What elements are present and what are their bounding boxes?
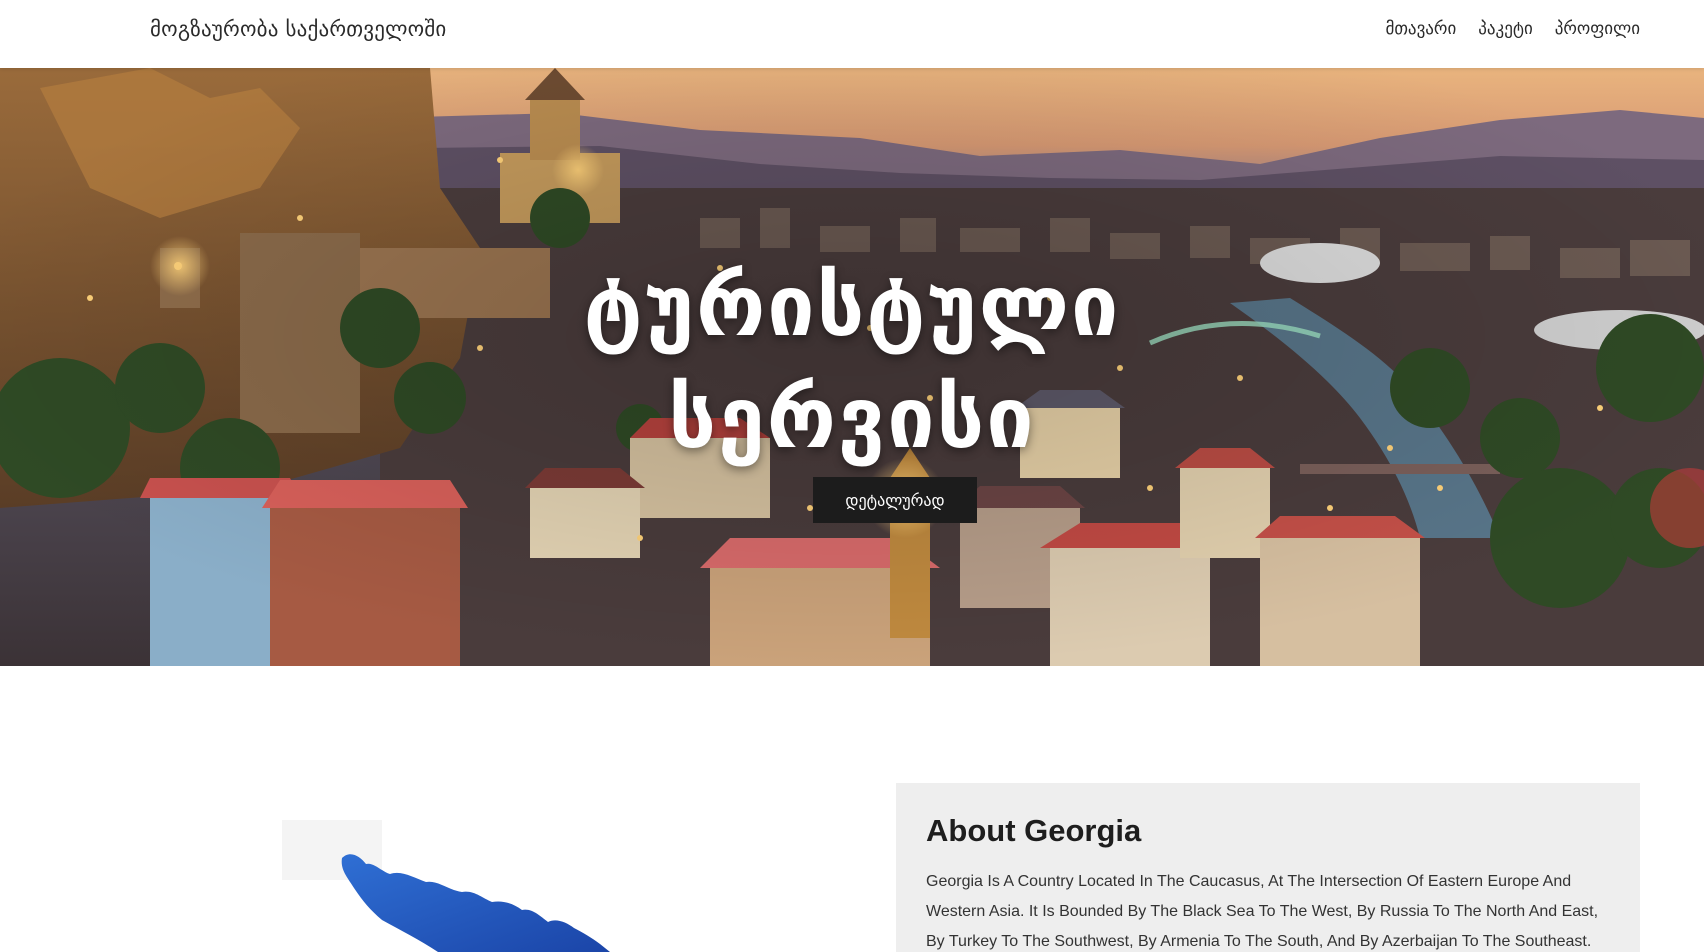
details-button[interactable]: დეტალურად	[813, 477, 977, 523]
about-text: Georgia Is A Country Located In The Cauc…	[926, 873, 1599, 950]
hero-title-line-1: ტურისტული	[583, 257, 1121, 355]
nav-links: მთავარი პაკეტი პროფილი	[1385, 19, 1640, 39]
about-card: About Georgia Georgia Is A Country Locat…	[896, 783, 1640, 952]
georgia-map-icon	[282, 820, 610, 952]
nav-link-profile[interactable]: პროფილი	[1555, 19, 1640, 39]
about-title: About Georgia	[926, 813, 1142, 848]
site-brand[interactable]: მოგზაურობა საქართველოში	[150, 17, 447, 41]
hero-section: ტურისტული სერვისი დეტალურად	[0, 68, 1704, 666]
nav-link-home[interactable]: მთავარი	[1385, 19, 1456, 39]
hero-title-line-2: სერვისი	[668, 369, 1036, 467]
georgia-map-image	[270, 820, 690, 952]
nav-link-packages[interactable]: პაკეტი	[1478, 19, 1533, 39]
hero-title: ტურისტული სერვისი	[0, 250, 1704, 474]
navbar: მოგზაურობა საქართველოში მთავარი პაკეტი პ…	[0, 0, 1704, 68]
